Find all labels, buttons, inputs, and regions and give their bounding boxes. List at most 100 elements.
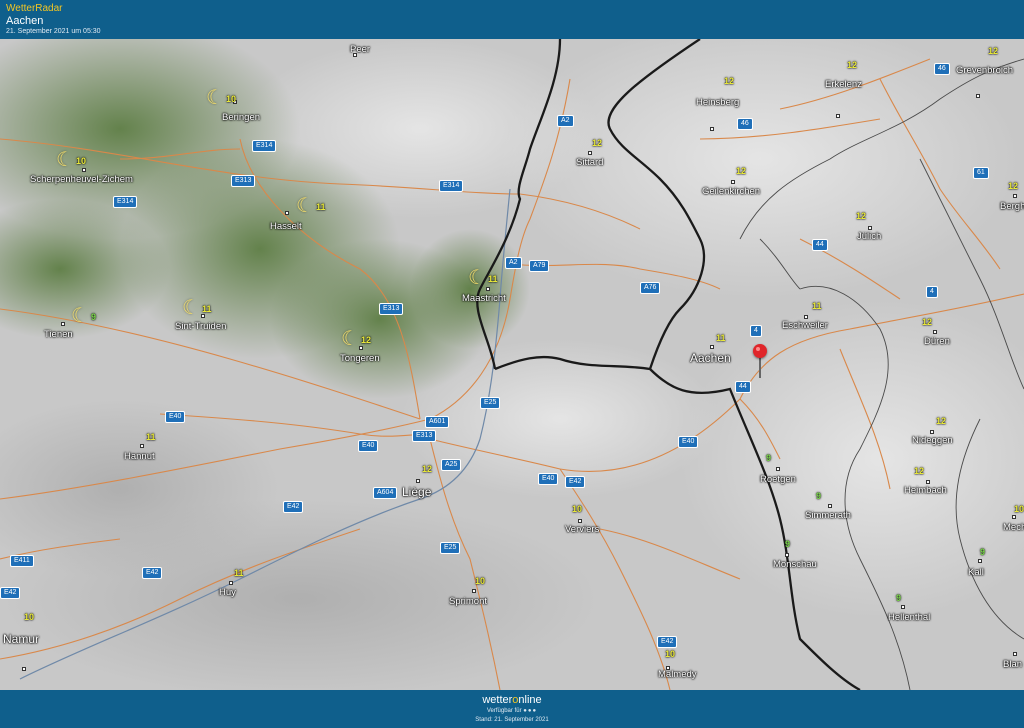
city-label[interactable]: Nideggen <box>912 435 953 446</box>
city-label[interactable]: Sprimont <box>449 596 487 607</box>
city-label[interactable]: Hasselt <box>270 221 302 232</box>
city-label[interactable]: Simmerath <box>805 510 851 521</box>
city-label[interactable]: Scherpenheuvel-Zichem <box>30 174 133 185</box>
temperature-value: 12 <box>724 76 735 86</box>
city-marker[interactable] <box>976 94 980 98</box>
moon-icon: ☾ <box>468 267 486 289</box>
city-label[interactable]: Erkelenz <box>825 79 862 90</box>
city-label[interactable]: Hellenthal <box>888 612 930 623</box>
city-marker[interactable] <box>776 467 780 471</box>
road-number-badge: E25 <box>480 397 501 409</box>
city-label[interactable]: Hannut <box>124 451 155 462</box>
city-marker[interactable] <box>828 504 832 508</box>
city-marker[interactable] <box>804 315 808 319</box>
city-label[interactable]: Heinsberg <box>696 97 739 108</box>
city-label[interactable]: Kall <box>968 567 984 578</box>
city-marker[interactable] <box>1012 515 1016 519</box>
city-marker[interactable] <box>486 287 490 291</box>
road-number-badge: A2 <box>505 257 522 269</box>
city-marker[interactable] <box>710 345 714 349</box>
city-label[interactable]: Jülich <box>857 231 881 242</box>
city-marker[interactable] <box>22 667 26 671</box>
temperature-value: 11 <box>316 202 326 212</box>
city-label[interactable]: Beringen <box>222 112 260 123</box>
availability-text: Verfügbar für ●●● <box>486 708 538 714</box>
city-label[interactable]: Namur <box>3 632 39 646</box>
city-label[interactable]: Sittard <box>576 157 603 168</box>
app-header: WetterRadar Aachen 21. September 2021 um… <box>0 0 1024 39</box>
brand-title: WetterRadar <box>6 3 63 14</box>
city-marker[interactable] <box>588 151 592 155</box>
road-number-badge: E40 <box>678 436 699 448</box>
city-label[interactable]: Sint-Truiden <box>175 321 226 332</box>
city-marker[interactable] <box>201 314 205 318</box>
moon-icon: ☾ <box>341 328 359 350</box>
city-marker[interactable] <box>1013 194 1017 198</box>
city-marker[interactable] <box>82 168 86 172</box>
city-label[interactable]: Tienen <box>44 329 73 340</box>
road-number-badge: A2 <box>557 115 574 127</box>
city-marker[interactable] <box>785 553 789 557</box>
city-label[interactable]: Malmedy <box>658 669 697 680</box>
city-label[interactable]: Eschweiler <box>782 320 828 331</box>
city-marker[interactable] <box>868 226 872 230</box>
temperature-value: 11 <box>234 568 244 578</box>
city-label[interactable]: Tongeren <box>340 353 380 364</box>
city-marker[interactable] <box>926 480 930 484</box>
city-label[interactable]: Grevenbroich <box>956 65 1013 76</box>
radar-map[interactable]: A2 E314 E313 E314 E314 A2 A79 A76 E313 46 46 61 44 4 4… <box>0 39 1024 690</box>
city-label[interactable]: Roetgen <box>760 474 796 485</box>
road-number-badge: 44 <box>812 239 828 251</box>
city-marker[interactable] <box>710 127 714 131</box>
city-label[interactable]: Maastricht <box>462 293 506 304</box>
temperature-value: 10 <box>572 504 583 514</box>
location-pin[interactable] <box>753 344 767 380</box>
city-marker[interactable] <box>578 519 582 523</box>
city-marker[interactable] <box>285 211 289 215</box>
city-marker[interactable] <box>416 479 420 483</box>
city-marker[interactable] <box>472 589 476 593</box>
city-label[interactable]: Peer <box>350 44 370 55</box>
road-number-badge: 4 <box>750 325 762 337</box>
moon-icon: ☾ <box>296 195 314 217</box>
road-number-badge: E313 <box>412 430 437 442</box>
temperature-value: 10 <box>226 94 237 104</box>
road-number-badge: E25 <box>440 542 461 554</box>
city-marker[interactable] <box>140 444 144 448</box>
city-label[interactable]: Huy <box>219 587 236 598</box>
road-number-badge: E40 <box>538 473 559 485</box>
city-marker[interactable] <box>930 430 934 434</box>
pin-highlight <box>756 347 760 351</box>
city-label[interactable]: Bergh <box>1000 201 1024 212</box>
city-label[interactable]: Blan <box>1003 659 1022 670</box>
pin-head <box>753 344 767 358</box>
city-label[interactable]: Liège <box>402 485 431 499</box>
road-number-badge: E42 <box>283 501 304 513</box>
city-marker[interactable] <box>836 114 840 118</box>
city-marker[interactable] <box>978 559 982 563</box>
temperature-value: 11 <box>716 333 726 343</box>
map-canvas <box>0 39 1024 690</box>
city-label[interactable]: Aachen <box>690 351 731 365</box>
city-label[interactable]: Düren <box>924 336 950 347</box>
city-marker[interactable] <box>61 322 65 326</box>
temperature-value: 10 <box>665 649 676 659</box>
city-label[interactable]: Monschau <box>773 559 817 570</box>
city-marker[interactable] <box>1013 652 1017 656</box>
road-number-badge: E314 <box>439 180 464 192</box>
city-marker[interactable] <box>933 330 937 334</box>
city-marker[interactable] <box>359 346 363 350</box>
stand-text: Stand: 21. September 2021 <box>475 717 549 723</box>
road-number-badge: 46 <box>934 63 950 75</box>
road-number-badge: A25 <box>441 459 462 471</box>
moon-icon: ☾ <box>56 149 74 171</box>
road-number-badge: E313 <box>379 303 404 315</box>
city-label[interactable]: Geilenkirchen <box>702 186 760 197</box>
city-label[interactable]: Verviers <box>565 524 599 535</box>
city-marker[interactable] <box>229 581 233 585</box>
city-label[interactable]: Mech <box>1003 522 1024 533</box>
city-marker[interactable] <box>731 180 735 184</box>
city-label[interactable]: Heimbach <box>904 485 947 496</box>
road-number-badge: A601 <box>425 416 450 428</box>
city-marker[interactable] <box>901 605 905 609</box>
